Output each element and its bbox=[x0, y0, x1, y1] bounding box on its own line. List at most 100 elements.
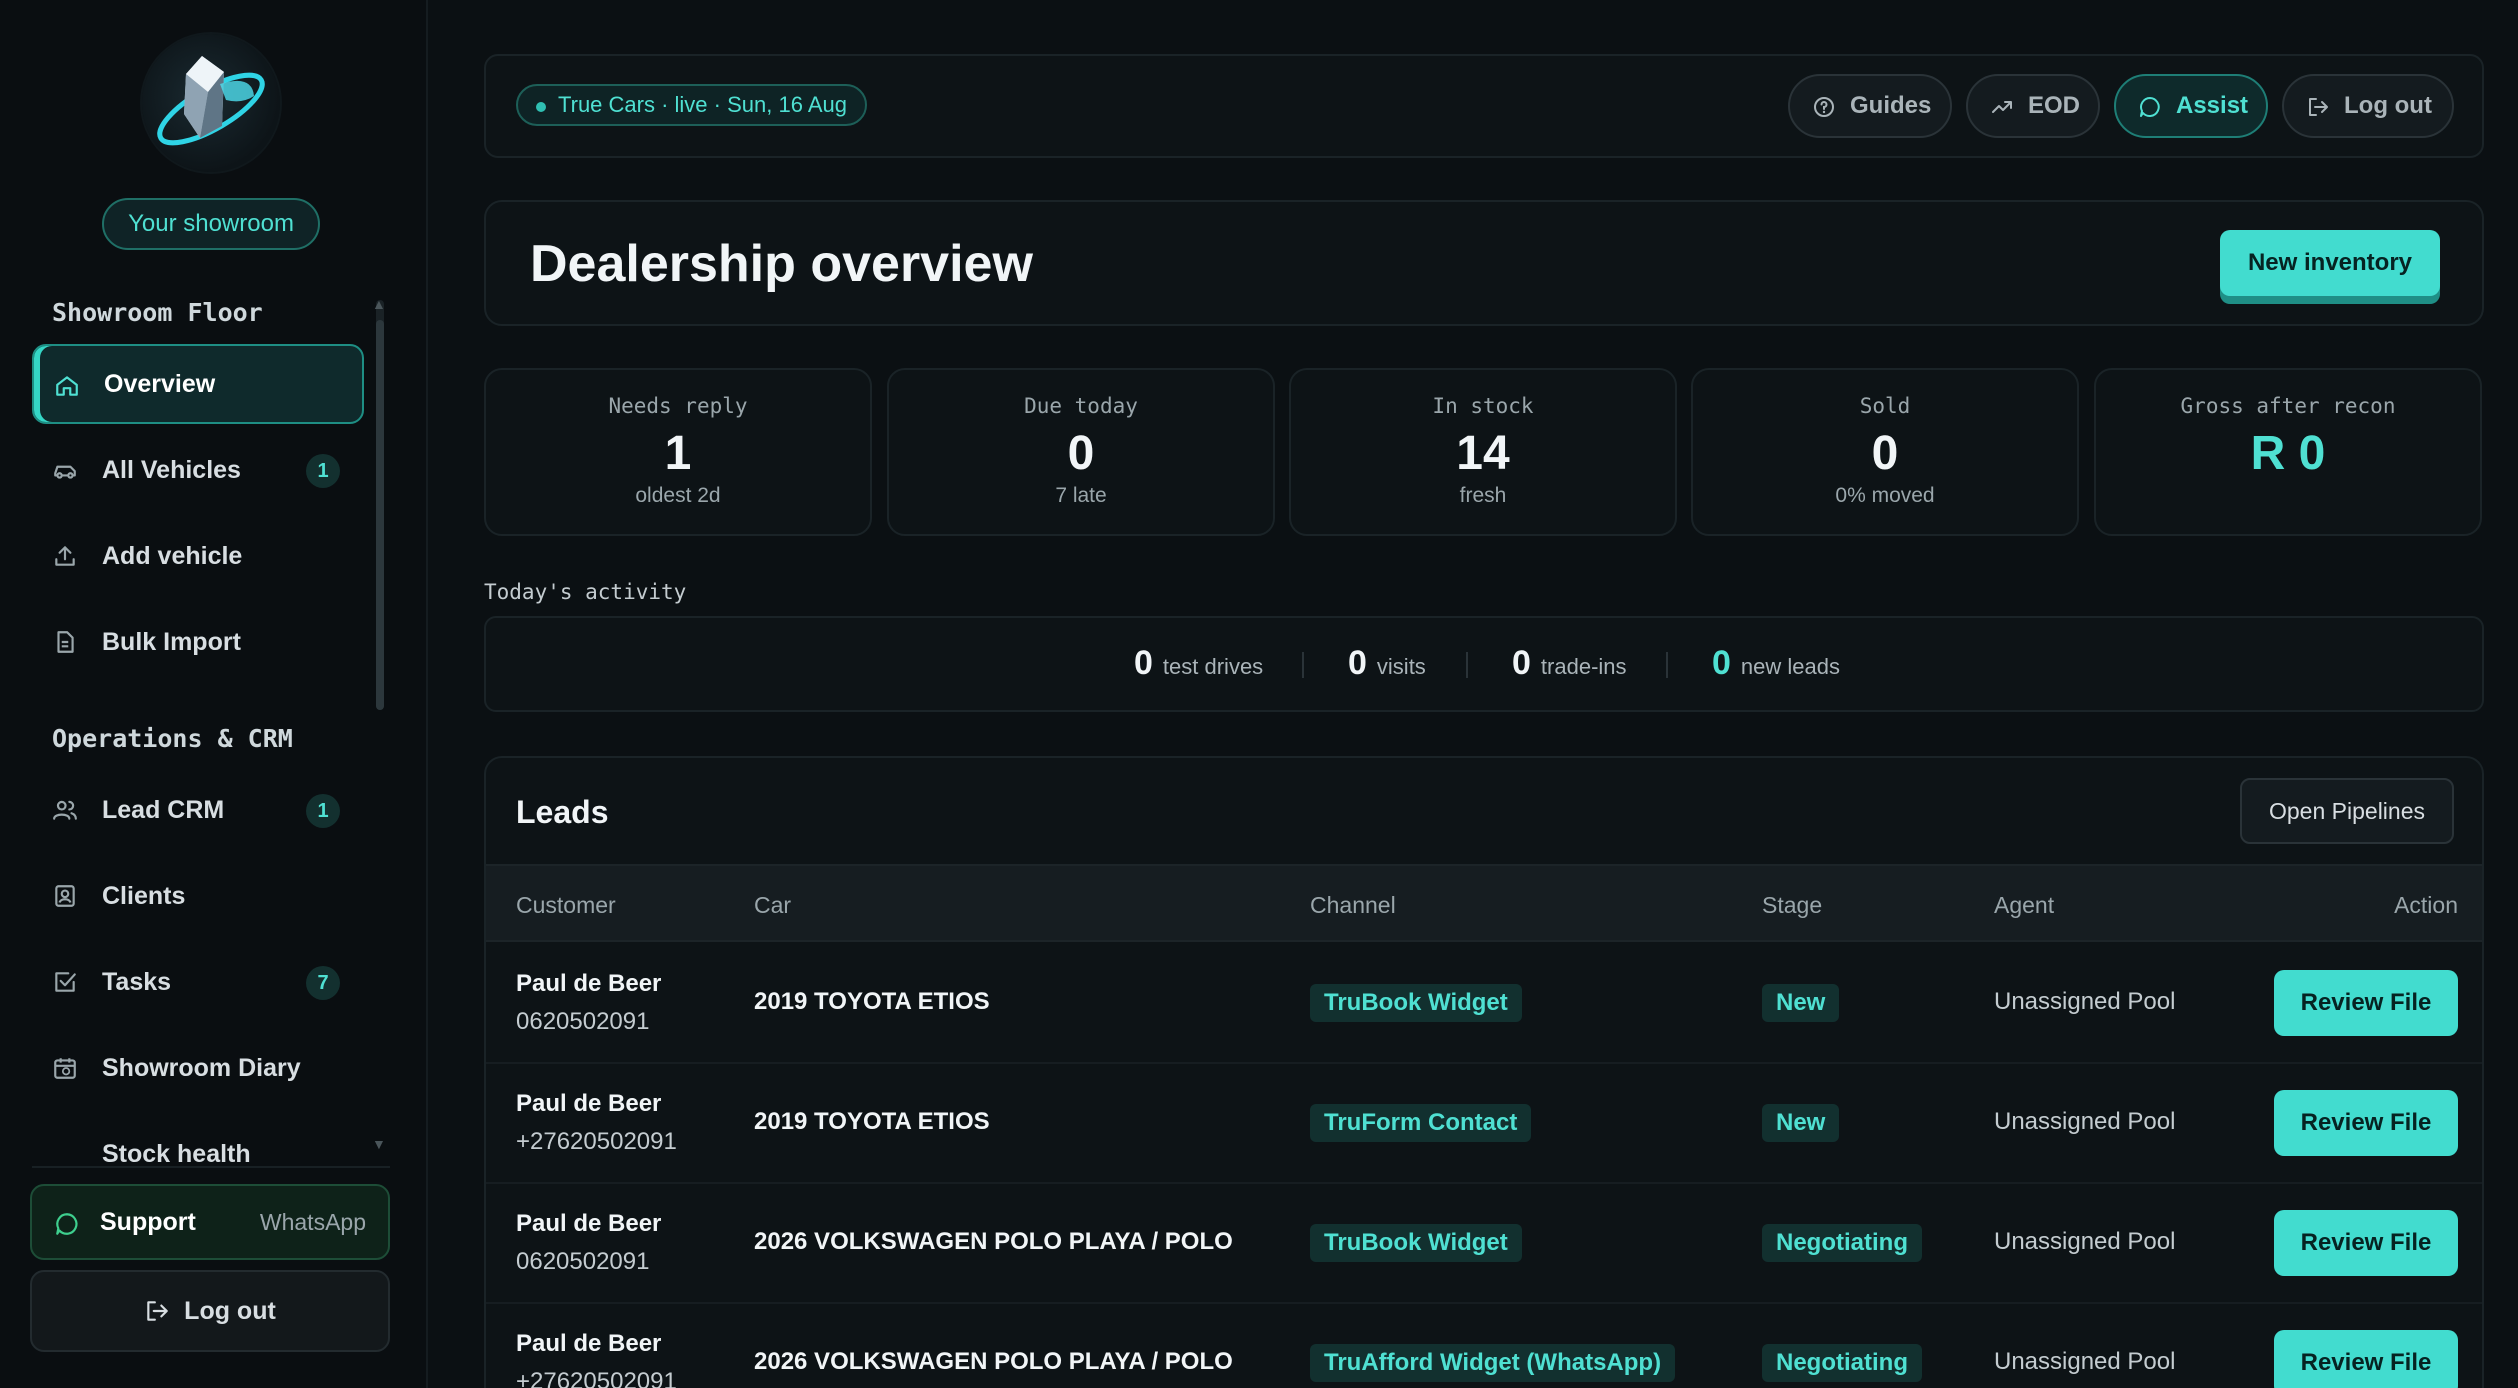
brand-logo[interactable] bbox=[142, 34, 280, 172]
checkbox-icon bbox=[55, 972, 76, 992]
users-icon bbox=[53, 800, 77, 820]
file-icon bbox=[57, 631, 74, 653]
table-row[interactable]: Paul de Beer 0620502091 2019 TOYOTA ETIO… bbox=[486, 944, 2482, 1064]
review-file-button[interactable]: Review File bbox=[2274, 1090, 2458, 1156]
table-row[interactable]: Paul de Beer +27620502091 2026 VOLKSWAGE… bbox=[486, 1304, 2482, 1388]
guides-button[interactable]: Guides bbox=[1788, 74, 1952, 138]
sidebar-item-add-vehicle[interactable]: Add vehicle bbox=[32, 516, 364, 596]
support-label: Support bbox=[100, 1207, 196, 1236]
scroll-up-icon[interactable]: ▲ bbox=[372, 296, 386, 312]
activity-trade-ins: 0 trade-ins bbox=[1512, 644, 1627, 683]
scroll-down-icon[interactable]: ▼ bbox=[372, 1136, 386, 1152]
divider bbox=[1302, 652, 1304, 678]
customer-phone: 0620502091 bbox=[516, 1248, 650, 1275]
sidebar-item-showroom-diary[interactable]: Showroom Diary bbox=[32, 1028, 364, 1108]
logout-icon bbox=[2309, 98, 2328, 116]
logout-icon bbox=[147, 1301, 169, 1321]
your-showroom-pill[interactable]: Your showroom bbox=[102, 198, 320, 250]
activity-new-leads: 0 new leads bbox=[1712, 644, 1840, 683]
activity-count: 0 bbox=[1348, 644, 1367, 682]
sidebar-item-label: Stock health bbox=[102, 1140, 251, 1162]
sidebar-scrollbar-thumb[interactable] bbox=[376, 320, 384, 710]
section-operations-crm: Operations & CRM bbox=[52, 724, 293, 753]
sidebar-item-tasks[interactable]: Tasks 7 bbox=[32, 942, 364, 1022]
sidebar-item-label: Add vehicle bbox=[102, 541, 243, 570]
review-file-button[interactable]: Review File bbox=[2274, 970, 2458, 1036]
activity-text: visits bbox=[1376, 654, 1426, 679]
sidebar-logout-button[interactable]: Log out bbox=[30, 1270, 390, 1352]
new-inventory-button[interactable]: New inventory bbox=[2220, 230, 2440, 296]
sidebar-item-label: All Vehicles bbox=[102, 455, 241, 484]
stat-gross-after-recon[interactable]: Gross after recon R 0 bbox=[2094, 368, 2482, 536]
sidebar-item-clients[interactable]: Clients bbox=[32, 856, 364, 936]
stat-sold[interactable]: Sold 0 0% moved bbox=[1691, 368, 2079, 536]
customer-name: Paul de Beer bbox=[516, 1330, 662, 1357]
live-status-pill: True Cars · live · Sun, 16 Aug bbox=[516, 84, 867, 126]
stat-sub: fresh bbox=[1459, 484, 1507, 507]
stat-due-today[interactable]: Due today 0 7 late bbox=[887, 368, 1275, 536]
sidebar-item-stock-health[interactable]: Stock health bbox=[32, 1128, 364, 1162]
table-row[interactable]: Paul de Beer +27620502091 2019 TOYOTA ET… bbox=[486, 1064, 2482, 1184]
customer-name: Paul de Beer bbox=[516, 1210, 662, 1237]
stat-sub: 7 late bbox=[1055, 484, 1107, 507]
sidebar-item-lead-crm[interactable]: Lead CRM 1 bbox=[32, 770, 364, 850]
agent-name: Unassigned Pool bbox=[1994, 988, 2176, 1015]
stat-sub: 0% moved bbox=[1835, 484, 1935, 507]
activity-text: trade-ins bbox=[1540, 654, 1627, 679]
divider bbox=[1666, 652, 1668, 678]
sidebar-item-label: Lead CRM bbox=[102, 795, 225, 824]
activity-count: 0 bbox=[1134, 644, 1153, 682]
eod-button[interactable]: EOD bbox=[1966, 74, 2100, 138]
sidebar-item-overview[interactable]: Overview bbox=[32, 344, 364, 424]
column-header-agent[interactable]: Agent bbox=[1994, 892, 2054, 919]
channel-badge: TruAfford Widget (WhatsApp) bbox=[1310, 1344, 1676, 1382]
car-name: 2019 TOYOTA ETIOS bbox=[754, 1108, 990, 1135]
stat-label: Gross after recon bbox=[2180, 394, 2396, 418]
sidebar-item-label: Tasks bbox=[102, 967, 172, 996]
open-pipelines-button[interactable]: Open Pipelines bbox=[2240, 778, 2454, 844]
logout-button[interactable]: Log out bbox=[2282, 74, 2454, 138]
agent-name: Unassigned Pool bbox=[1994, 1228, 2176, 1255]
sidebar-item-label: Clients bbox=[102, 881, 186, 910]
stat-value: 0 bbox=[1067, 427, 1095, 480]
crystal-logo-icon bbox=[157, 56, 265, 146]
customer-name: Paul de Beer bbox=[516, 1090, 662, 1117]
sidebar-divider bbox=[32, 1166, 390, 1168]
live-status-text: True Cars · live · Sun, 16 Aug bbox=[558, 92, 847, 117]
channel-badge: TruBook Widget bbox=[1310, 984, 1522, 1022]
trending-up-icon bbox=[1992, 101, 2012, 113]
eod-label: EOD bbox=[2028, 92, 2081, 119]
activity-text: new leads bbox=[1740, 654, 1840, 679]
column-header-channel[interactable]: Channel bbox=[1310, 892, 1396, 919]
support-whatsapp-button[interactable]: Support WhatsApp bbox=[30, 1184, 390, 1260]
customer-phone: 0620502091 bbox=[516, 1008, 650, 1035]
logout-label: Log out bbox=[184, 1296, 276, 1325]
stage-badge: Negotiating bbox=[1762, 1224, 1922, 1262]
logout-label: Log out bbox=[2344, 92, 2432, 119]
sidebar-item-bulk-import[interactable]: Bulk Import bbox=[32, 602, 364, 682]
column-header-stage[interactable]: Stage bbox=[1762, 892, 1822, 919]
review-file-button[interactable]: Review File bbox=[2274, 1210, 2458, 1276]
stat-needs-reply[interactable]: Needs reply 1 oldest 2d bbox=[484, 368, 872, 536]
sidebar-item-all-vehicles[interactable]: All Vehicles 1 bbox=[32, 430, 364, 510]
agent-name: Unassigned Pool bbox=[1994, 1108, 2176, 1135]
count-badge: 1 bbox=[306, 794, 340, 828]
table-row[interactable]: Paul de Beer 0620502091 2026 VOLKSWAGEN … bbox=[486, 1184, 2482, 1304]
assist-button[interactable]: Assist bbox=[2114, 74, 2268, 138]
stat-sub: oldest 2d bbox=[635, 484, 721, 507]
stat-value: 14 bbox=[1456, 427, 1510, 480]
column-header-customer[interactable]: Customer bbox=[516, 892, 616, 919]
stat-label: Due today bbox=[1024, 394, 1138, 418]
car-name: 2026 VOLKSWAGEN POLO PLAYA / POLO bbox=[754, 1228, 1233, 1255]
activity-text: test drives bbox=[1162, 654, 1264, 679]
top-bar: True Cars · live · Sun, 16 Aug Guides EO… bbox=[484, 54, 2484, 158]
stat-in-stock[interactable]: In stock 14 fresh bbox=[1289, 368, 1677, 536]
stat-value: 1 bbox=[664, 427, 692, 480]
chat-bubble-icon bbox=[56, 1213, 78, 1235]
review-file-button[interactable]: Review File bbox=[2274, 1330, 2458, 1388]
calendar-clock-icon bbox=[54, 1058, 76, 1079]
chat-bubble-icon bbox=[2140, 97, 2160, 117]
column-header-car[interactable]: Car bbox=[754, 892, 791, 919]
leads-title: Leads bbox=[516, 794, 609, 830]
guides-label: Guides bbox=[1850, 92, 1932, 119]
